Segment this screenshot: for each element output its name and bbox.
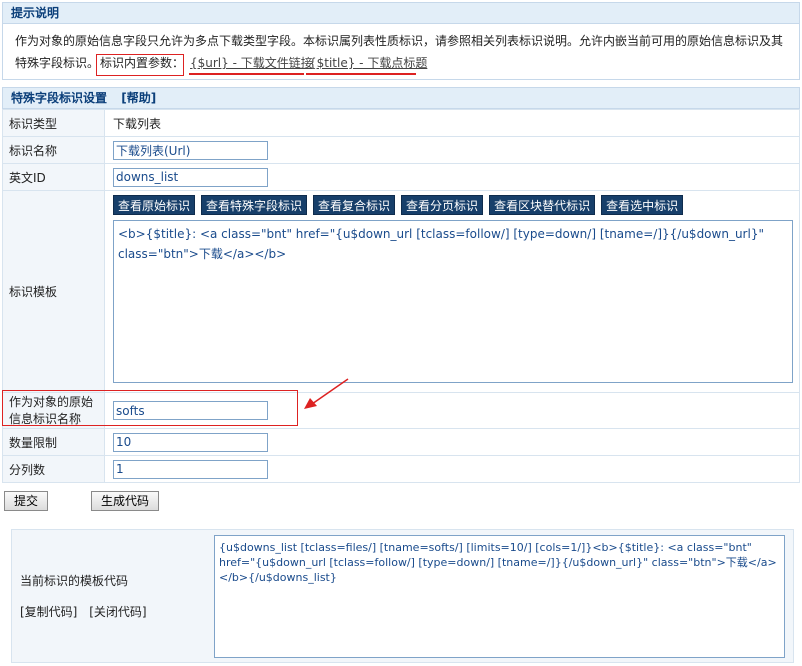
view-block-button[interactable]: 查看区块替代标识 (489, 195, 596, 215)
tip-heading: 提示说明 (2, 2, 800, 24)
row-limit: 数量限制 (2, 428, 800, 456)
tip-line-2: 特殊字段标识。 (15, 52, 99, 74)
tip-line-1: 作为对象的原始信息字段只允许为多点下载类型字段。本标识属列表性质标识，请参照相关… (15, 34, 784, 48)
template-label: 标识模板 (2, 190, 105, 393)
param-url-link[interactable]: {$url} - 下载文件链接 (190, 52, 313, 74)
annotation-underline-url (189, 73, 304, 75)
view-raw-button[interactable]: 查看原始标识 (113, 195, 196, 215)
name-input[interactable] (113, 140, 268, 160)
code-textarea[interactable]: {u$downs_list [tclass=files/] [tname=sof… (214, 535, 785, 658)
cols-label: 分列数 (2, 455, 105, 483)
limit-label: 数量限制 (2, 428, 105, 456)
settings-table: 标识类型 下载列表 标识名称 英文ID 标识模板 查看原始标识查看特殊字段标识查… (2, 109, 800, 483)
view-buttons: 查看原始标识 查看特殊字段标识 查看复合标识 查看分页标识 查看区块替代标识 查看选中标识 (113, 195, 793, 215)
row-enid: 英文ID (2, 163, 800, 191)
generate-code-button[interactable]: 生成代码 (91, 491, 160, 511)
view-paging-button[interactable]: 查看分页标识 (401, 195, 484, 215)
view-composite-button[interactable]: 查看复合标识 (313, 195, 396, 215)
tip-line-2-prefix: 特殊字段标识。 (15, 56, 100, 70)
row-cols: 分列数 (2, 455, 800, 483)
name-label: 标识名称 (2, 136, 105, 164)
enid-input[interactable] (113, 167, 268, 187)
row-type: 标识类型 下载列表 (2, 109, 800, 137)
row-name: 标识名称 (2, 136, 800, 164)
limit-input[interactable] (113, 432, 268, 452)
template-textarea[interactable]: <b>{$title}: <a class="bnt" href="{u$dow… (113, 220, 793, 383)
type-value: 下载列表 (104, 109, 800, 137)
form-heading-text: 特殊字段标识设置 (11, 91, 108, 105)
type-label: 标识类型 (2, 109, 105, 137)
params-label: 标识内置参数： (100, 56, 185, 70)
param-title-link[interactable]: {$title} - 下载点标题 (309, 52, 427, 74)
code-links: [复制代码] [关闭代码] (20, 603, 147, 620)
copy-code-link[interactable]: [复制代码] (20, 605, 77, 619)
row-template: 标识模板 查看原始标识 查看特殊字段标识 查看复合标识 查看分页标识 查看区块替代标识查… (2, 190, 800, 393)
annotation-arrow-icon (304, 378, 349, 409)
cols-input[interactable] (113, 459, 268, 479)
annotation-underline-title (306, 73, 416, 75)
view-special-button[interactable]: 查看特殊字段标识 (201, 195, 308, 215)
help-link[interactable]: [帮助] (121, 91, 156, 105)
annotation-box-source (2, 390, 298, 426)
submit-button[interactable]: 提交 (4, 491, 49, 511)
close-code-link[interactable]: [关闭代码] (89, 605, 146, 619)
tip-heading-text: 提示说明 (11, 6, 60, 20)
form-heading: 特殊字段标识设置 [帮助] (2, 87, 800, 109)
code-title: 当前标识的模板代码 (20, 574, 129, 588)
enid-label: 英文ID (2, 163, 105, 191)
view-selected-button[interactable]: 查看选中标识 (601, 195, 684, 215)
